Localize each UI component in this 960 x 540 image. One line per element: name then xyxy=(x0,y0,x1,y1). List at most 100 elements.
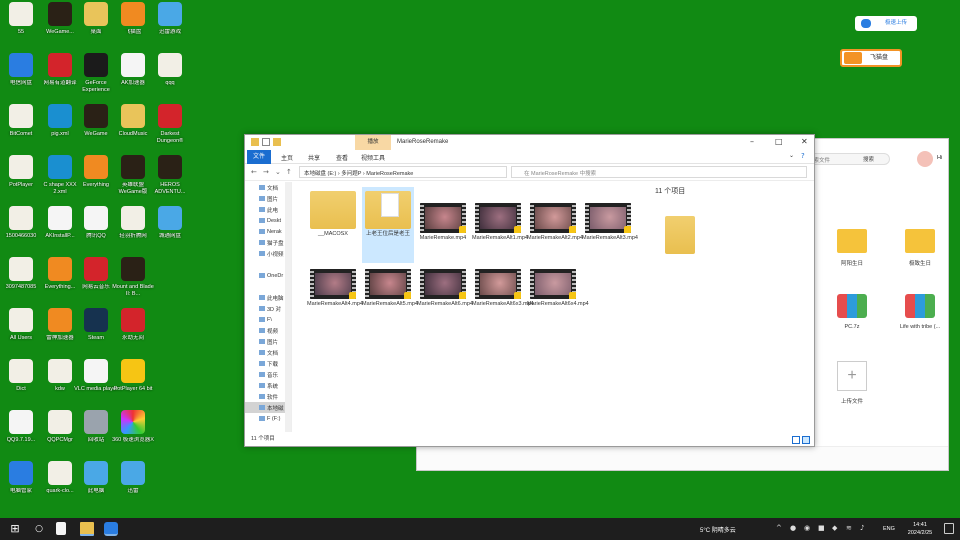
close-icon[interactable]: ✕ xyxy=(801,137,808,146)
desktop-icon[interactable]: QQ9.7.19... xyxy=(1,410,41,462)
video-file-item[interactable]: MarieRemakeAlt5.mp4 xyxy=(362,269,418,321)
desktop-icon[interactable]: 3097487085 xyxy=(1,257,41,309)
cloud-taskbar-icon[interactable] xyxy=(104,522,118,536)
video-file-item[interactable]: MarieRemake.mp4 xyxy=(417,187,469,263)
tray-app-icon[interactable]: ● xyxy=(790,524,796,532)
desktop-icon[interactable]: 网易有道翻译 xyxy=(40,53,80,105)
desktop-icon[interactable]: BitComet xyxy=(1,104,41,156)
language-indicator[interactable]: ENG xyxy=(883,526,895,532)
tab-view[interactable]: 查看 xyxy=(336,153,348,162)
sidebar-scrollbar[interactable] xyxy=(285,182,291,432)
folder-item[interactable]: __MACOSX xyxy=(307,187,359,263)
explorer-taskbar-icon[interactable] xyxy=(80,522,94,536)
cloud-item[interactable]: Life with tribe (... xyxy=(885,294,955,330)
desktop-icon[interactable]: Dict xyxy=(1,359,41,411)
desktop-icon[interactable]: 回收站 xyxy=(76,410,116,462)
weather-widget[interactable]: 5°C 阴晴多云 xyxy=(700,525,736,534)
desktop-icon[interactable]: AK加速器 xyxy=(113,53,153,105)
desktop-icon[interactable]: 雷神加速器 xyxy=(40,308,80,360)
tray-app3-icon[interactable]: ◆ xyxy=(832,524,837,532)
cloud-item[interactable]: PC.7z xyxy=(817,294,887,330)
notification-icon[interactable] xyxy=(944,523,954,534)
maximize-icon[interactable]: □ xyxy=(775,137,783,146)
desktop-icon[interactable]: 城通网盘 xyxy=(150,206,190,258)
cloud-item[interactable]: 阿阳生日 xyxy=(817,229,887,267)
desktop-icon[interactable]: Everything... xyxy=(40,257,80,309)
desktop-icon[interactable]: Mount and Blade II: B... xyxy=(112,257,154,309)
forward-icon[interactable]: → xyxy=(263,168,269,176)
video-file-item[interactable]: MarieRemakeAlt2.mp4 xyxy=(527,187,583,263)
tab-share[interactable]: 共享 xyxy=(308,153,320,162)
desktop-icon[interactable]: 55 xyxy=(1,2,41,54)
tab-file[interactable]: 文件 xyxy=(247,150,271,164)
desktop-icon[interactable]: 迅雷游戏 xyxy=(150,2,190,54)
video-file-item[interactable]: MarieRemakeAlt3.mp4 xyxy=(582,187,638,263)
upload-widget[interactable]: 极速上传 xyxy=(855,16,917,31)
tray-chevron-icon[interactable]: ^ xyxy=(776,524,782,532)
network-icon[interactable]: ◉ xyxy=(804,524,810,532)
tab-video-tools[interactable]: 视频工具 xyxy=(361,153,385,162)
desktop-icon[interactable]: 此电脑 xyxy=(76,461,116,513)
video-file-item[interactable]: MarieRemakeAlt1.mp4 xyxy=(472,187,528,263)
desktop-icon[interactable]: Darkest Dungeon® xyxy=(150,104,190,156)
desktop-icon[interactable]: 腾讯QQ xyxy=(76,206,116,258)
desktop-icon[interactable]: 电信网盘 xyxy=(1,53,41,105)
desktop-icon[interactable]: QQPCMgr xyxy=(40,410,80,462)
desktop-icon[interactable]: HEROS ADVENTU... xyxy=(150,155,190,207)
tab-home[interactable]: 主页 xyxy=(281,153,293,162)
desktop-icon[interactable]: PotPlayer 64 bit xyxy=(113,359,153,411)
up-icon[interactable]: ↑ xyxy=(286,168,292,176)
desktop-icon[interactable]: 英雄联盟 WeGame版 xyxy=(113,155,153,207)
desktop-icon[interactable]: CloudMusic xyxy=(113,104,153,156)
feimao-widget[interactable]: 飞猫盘 xyxy=(840,49,902,67)
desktop-icon[interactable]: kdw xyxy=(40,359,80,411)
chevron-down-icon[interactable]: ⌄ xyxy=(789,152,794,159)
recent-icon[interactable]: ⌄ xyxy=(275,168,281,176)
cloud-search-input[interactable]: 搜索文件 xyxy=(802,153,890,165)
cloud-item[interactable]: 极致生日 xyxy=(885,229,955,267)
new-folder-icon[interactable] xyxy=(273,138,281,146)
taskbar-search-icon[interactable]: ○ xyxy=(32,522,46,536)
breadcrumb-2[interactable]: MarieRoseRemake xyxy=(366,171,413,177)
desktop-icon[interactable]: 360 极速浏览器X xyxy=(112,410,154,462)
start-button[interactable]: ⊞ xyxy=(8,522,22,536)
video-file-item[interactable]: MarieRemakeAlt4.mp4 xyxy=(307,269,363,321)
help-icon[interactable]: ? xyxy=(801,152,805,160)
desktop-icon[interactable]: All Users xyxy=(1,308,41,360)
desktop-icon[interactable]: WeGame xyxy=(76,104,116,156)
clock[interactable]: 14:41 2024/2/25 xyxy=(900,521,940,537)
large-icons-view-icon[interactable] xyxy=(802,436,810,444)
desktop-icon[interactable]: PotPlayer xyxy=(1,155,41,207)
desktop-icon[interactable]: AKInstallP... xyxy=(40,206,80,258)
address-bar[interactable]: 本地磁盘 (E:) › 多问题P › MarieRoseRemake xyxy=(299,166,507,178)
desktop-icon[interactable]: Steam xyxy=(76,308,116,360)
desktop-icon[interactable]: 迅雷 xyxy=(113,461,153,513)
back-icon[interactable]: ← xyxy=(251,168,257,176)
desktop-icon[interactable]: qqq xyxy=(150,53,190,105)
cloud-search-button[interactable]: 搜索 xyxy=(863,155,874,163)
breadcrumb-0[interactable]: 本地磁盘 (E:) xyxy=(304,171,336,177)
desktop-icon[interactable]: 桌面 xyxy=(76,2,116,54)
notepad-icon[interactable] xyxy=(56,522,66,535)
desktop-icon[interactable]: quark-clo... xyxy=(40,461,80,513)
desktop-icon[interactable]: 永劫无间 xyxy=(113,308,153,360)
volume-icon[interactable]: ♪ xyxy=(860,524,864,532)
avatar[interactable] xyxy=(917,151,933,167)
wifi-icon[interactable]: ≋ xyxy=(846,524,852,532)
video-file-item[interactable]: MarieRemakeAlt6x4.mp4 xyxy=(527,269,589,321)
desktop-icon[interactable]: 飞猫盘 xyxy=(113,2,153,54)
video-file-item[interactable]: MarieRemakeAlt6.mp4 xyxy=(417,269,473,321)
desktop-icon[interactable]: 网易云音乐 xyxy=(76,257,116,309)
desktop-icon[interactable]: VLC media player xyxy=(74,359,118,411)
details-view-icon[interactable] xyxy=(792,436,800,444)
tray-app2-icon[interactable]: ■ xyxy=(818,524,825,532)
properties-icon[interactable] xyxy=(262,138,270,146)
search-input[interactable]: 在 MarieRoseRemake 中搜索 xyxy=(511,166,807,178)
video-file-item[interactable]: MarieRemakeAlt6x3.mp4 xyxy=(472,269,534,321)
desktop-icon[interactable]: GeForce Experience xyxy=(76,53,116,105)
cloud-item[interactable]: + 上传文件 xyxy=(817,361,887,405)
desktop-icon[interactable]: 电脑管家 xyxy=(1,461,41,513)
desktop-icon[interactable]: Everything xyxy=(76,155,116,207)
desktop-icon[interactable]: 1500466030 xyxy=(1,206,41,258)
folder-item[interactable]: 上老王位后是老王 xyxy=(362,187,414,263)
